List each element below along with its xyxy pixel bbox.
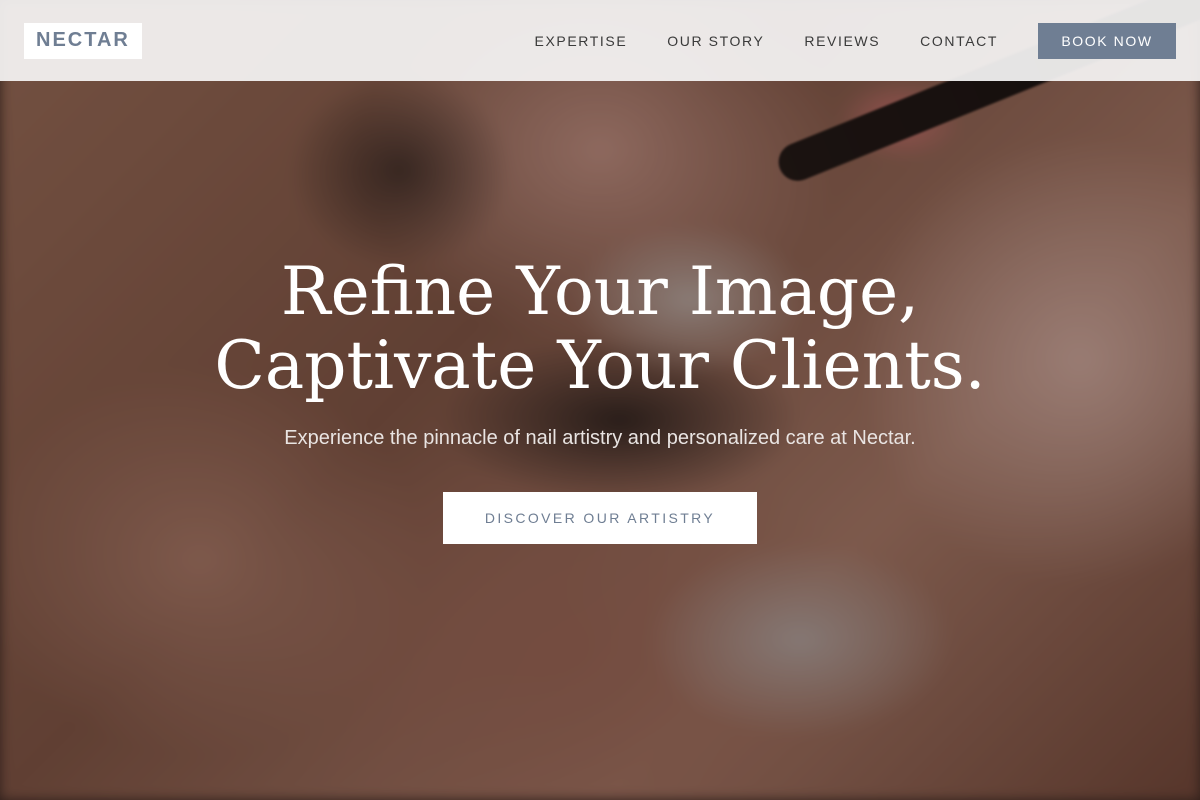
main-nav: EXPERTISE OUR STORY REVIEWS CONTACT BOOK… <box>535 22 1176 59</box>
nav-reviews[interactable]: REVIEWS <box>804 33 880 49</box>
hero-subtitle: Experience the pinnacle of nail artistry… <box>284 427 916 449</box>
hero-title: Refine Your Image, Captivate Your Client… <box>0 255 1200 403</box>
nav-our-story[interactable]: OUR STORY <box>667 33 764 49</box>
hero-section: Refine Your Image, Captivate Your Client… <box>0 255 1200 544</box>
discover-artistry-button[interactable]: DISCOVER OUR ARTISTRY <box>443 492 757 544</box>
hero-title-line-2: Captivate Your Clients. <box>214 327 986 404</box>
page: NECTAR EXPERTISE OUR STORY REVIEWS CONTA… <box>0 0 1200 800</box>
nav-expertise[interactable]: EXPERTISE <box>535 33 628 49</box>
logo[interactable]: NECTAR <box>24 22 142 59</box>
site-header: NECTAR EXPERTISE OUR STORY REVIEWS CONTA… <box>0 0 1200 81</box>
book-now-button[interactable]: BOOK NOW <box>1038 22 1176 59</box>
nav-contact[interactable]: CONTACT <box>920 33 998 49</box>
hero-title-line-1: Refine Your Image, <box>280 253 920 330</box>
